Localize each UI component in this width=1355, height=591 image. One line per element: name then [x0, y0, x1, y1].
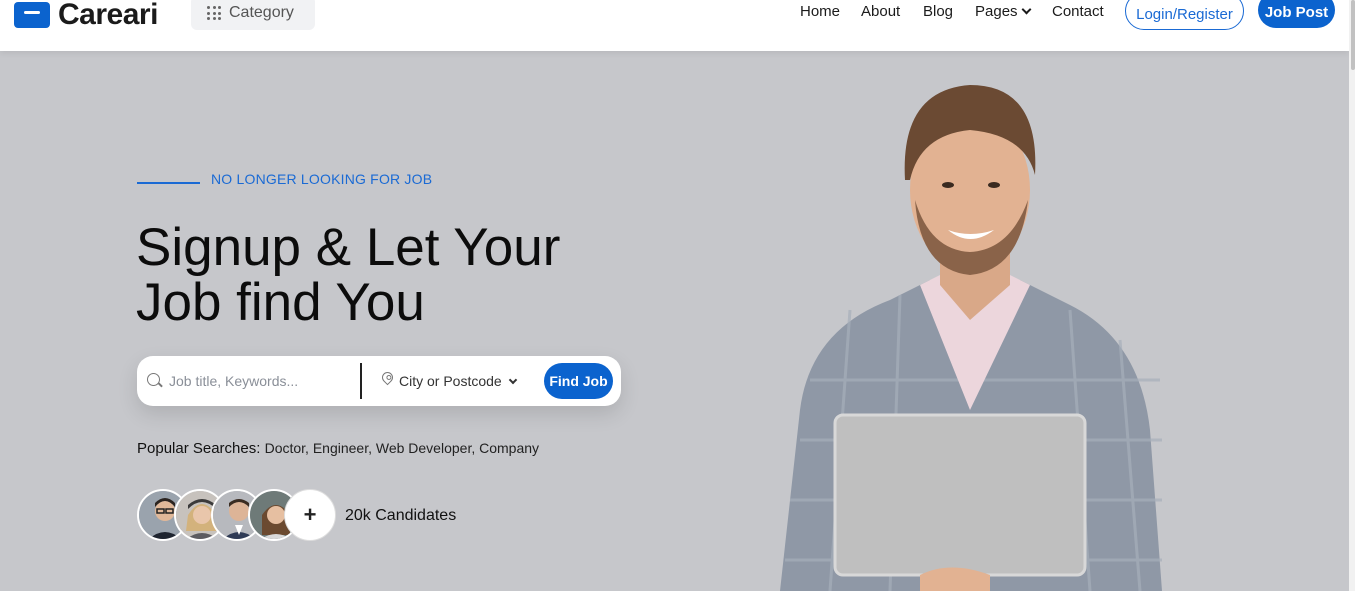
logo[interactable]: Careari	[14, 0, 158, 32]
location-pin-icon	[379, 369, 396, 386]
hero-title: Signup & Let Your Job find You	[136, 220, 696, 330]
hero-person-image	[780, 85, 1162, 591]
nav-home[interactable]: Home	[800, 3, 840, 20]
hero-title-line2: Job find You	[136, 273, 425, 332]
briefcase-logo-icon	[14, 2, 50, 28]
grid-icon	[207, 6, 221, 20]
job-post-button[interactable]: Job Post	[1258, 0, 1335, 28]
search-icon	[147, 373, 160, 386]
search-divider	[360, 363, 362, 399]
category-label: Category	[229, 4, 294, 21]
more-candidates-button[interactable]: +	[284, 489, 336, 541]
category-button[interactable]: Category	[191, 0, 315, 30]
brand-name: Careari	[58, 0, 158, 31]
nav-pages-label: Pages	[975, 3, 1018, 20]
nav-blog[interactable]: Blog	[923, 3, 953, 20]
chevron-down-icon	[1021, 4, 1031, 15]
job-search-bar: City or Postcode Find Job	[137, 356, 621, 406]
popular-searches: Popular Searches: Doctor, Engineer, Web …	[137, 440, 539, 457]
chevron-down-icon	[508, 375, 517, 385]
login-register-button[interactable]: Login/Register	[1125, 0, 1244, 30]
tagline-divider	[137, 182, 200, 184]
nav-about[interactable]: About	[861, 3, 900, 20]
nav-pages[interactable]: Pages	[975, 3, 1031, 20]
hero-title-line1: Signup & Let Your	[136, 218, 561, 277]
find-job-button[interactable]: Find Job	[544, 363, 613, 399]
page: Careari Category Home About Blog Pages C…	[0, 0, 1349, 591]
popular-searches-terms[interactable]: Doctor, Engineer, Web Developer, Company	[265, 440, 539, 456]
location-select-value: City or Postcode	[399, 373, 502, 389]
candidates-count: 20k Candidates	[345, 507, 457, 524]
scrollbar-thumb[interactable]	[1351, 0, 1355, 70]
scrollbar[interactable]	[1349, 0, 1355, 591]
keyword-search-input[interactable]	[169, 365, 354, 397]
nav-contact[interactable]: Contact	[1052, 3, 1104, 20]
hero-tagline: NO LONGER LOOKING FOR JOB	[211, 171, 433, 187]
site-header: Careari Category Home About Blog Pages C…	[0, 0, 1349, 51]
popular-searches-label: Popular Searches:	[137, 440, 261, 457]
location-select[interactable]: City or Postcode	[399, 373, 517, 389]
